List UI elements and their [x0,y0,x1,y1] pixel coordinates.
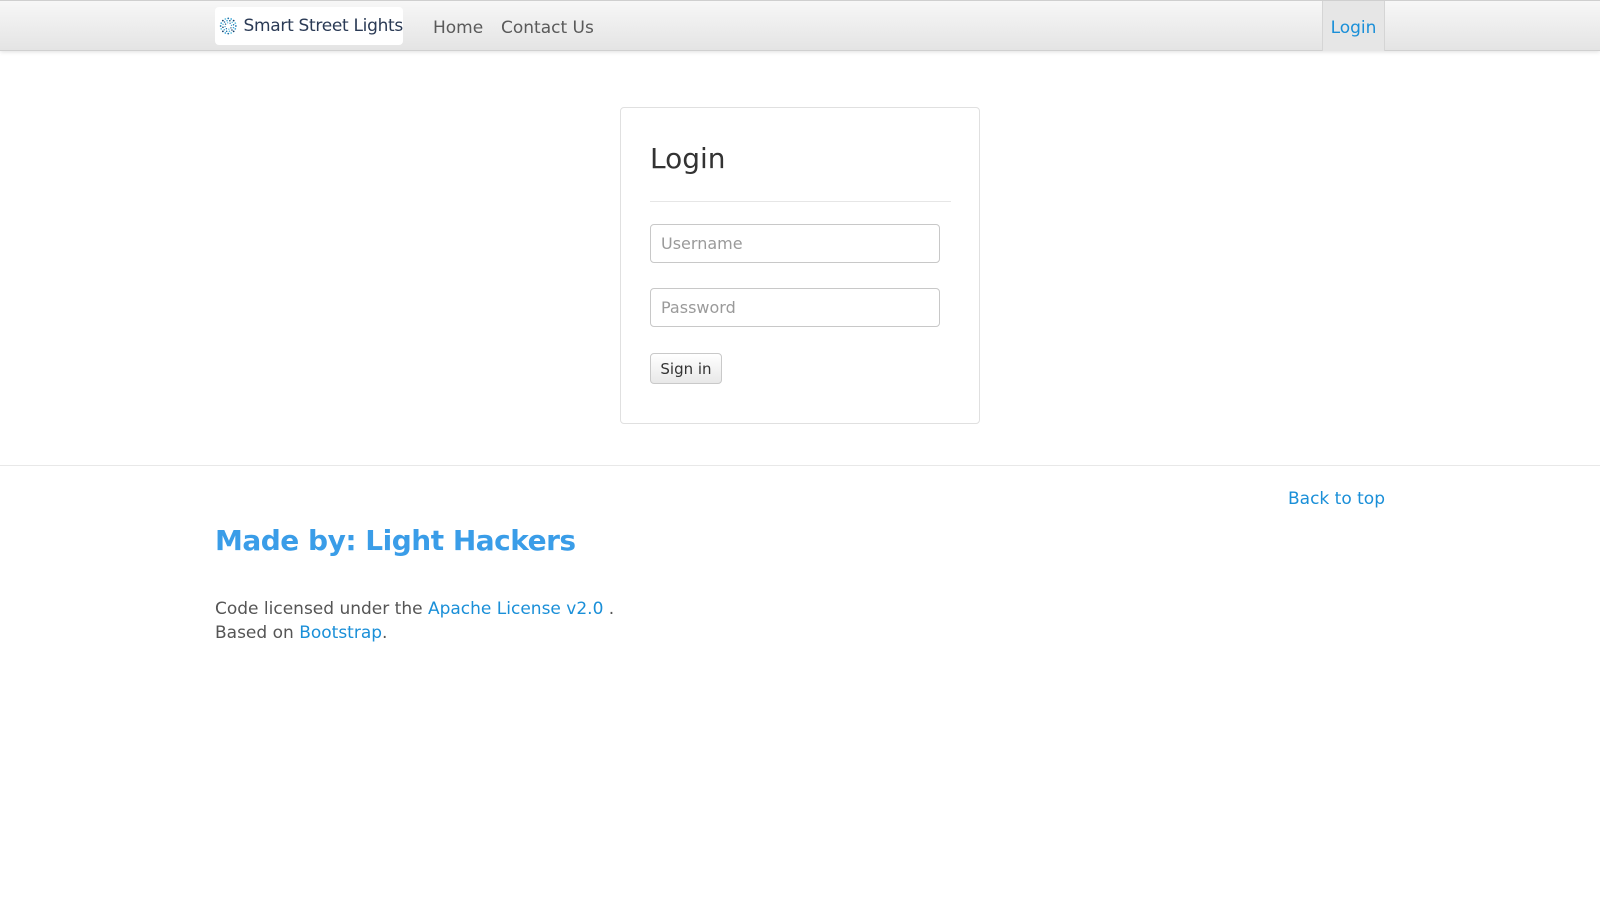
divider [650,201,951,202]
nav-contact-link[interactable]: Contact Us [501,1,594,52]
password-input[interactable] [650,288,940,327]
made-by-heading: Made by: Light Hackers [215,524,576,557]
license-prefix: Code licensed under the [215,599,423,619]
nav-login-link[interactable]: Login [1322,1,1385,51]
brand-logo[interactable]: Smart Street Lights [215,7,403,45]
brand-text: Smart Street Lights [243,16,404,36]
smart-lights-logo-icon [219,17,237,35]
login-title: Login [650,142,726,175]
back-to-top-link[interactable]: Back to top [1288,489,1385,509]
license-suffix: . [608,599,615,619]
login-card: Login Sign in [620,107,980,424]
based-on-suffix: . [382,623,388,643]
license-text: Code licensed under the Apache License v… [215,597,614,645]
based-on-prefix: Based on [215,623,294,643]
username-input[interactable] [650,224,940,263]
top-navbar: Smart Street Lights Home Contact Us Logi… [0,0,1600,51]
bootstrap-link[interactable]: Bootstrap [299,623,382,643]
footer-divider [0,465,1600,466]
nav-home-link[interactable]: Home [433,1,483,52]
sign-in-button[interactable]: Sign in [650,353,722,384]
apache-license-link[interactable]: Apache License v2.0 [428,599,603,619]
